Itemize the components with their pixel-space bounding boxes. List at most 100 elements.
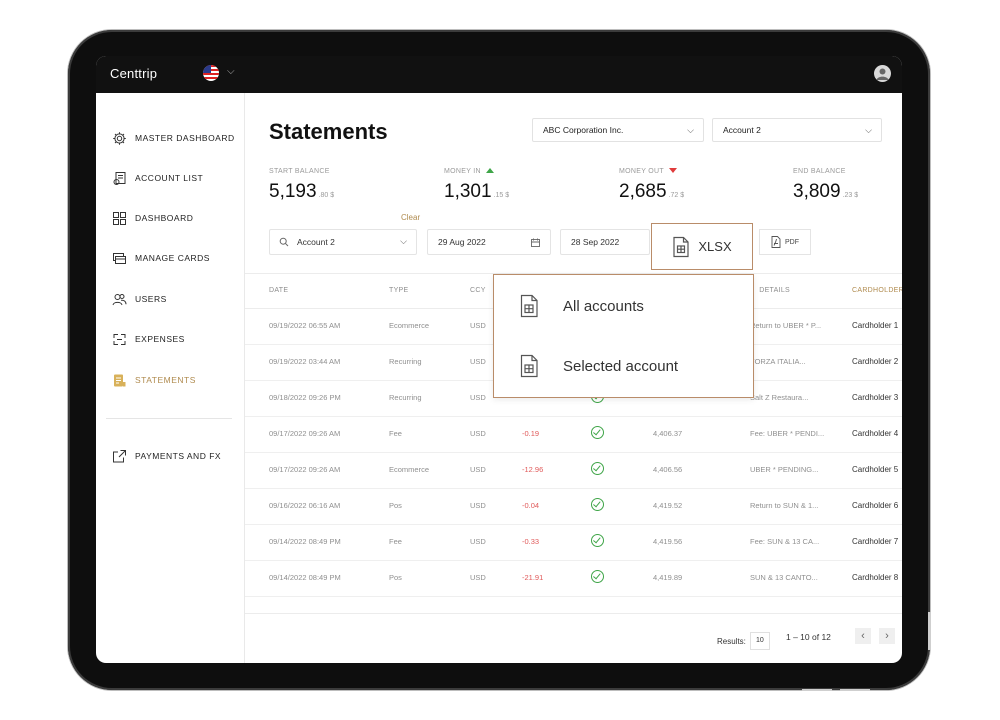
end-balance-decimals: .23 $ — [842, 192, 859, 199]
export-xlsx-highlight: XLSX — [651, 223, 753, 270]
clear-filters-link[interactable]: Clear — [401, 213, 420, 222]
details-cell: Fee: SUN & 13 CA... — [750, 537, 820, 546]
end-balance-amount: 3,809 — [793, 181, 841, 202]
money-out-label-text: MONEY OUT — [619, 168, 664, 175]
money-in-label: MONEY IN — [444, 168, 494, 175]
cards-icon — [113, 252, 126, 264]
details-cell: Fee: UBER * PENDI... — [750, 429, 825, 438]
sidebar-item-manage-cards[interactable]: MANAGE CARDS — [112, 248, 210, 268]
search-icon — [279, 237, 289, 247]
balance-cell: 4,419.52 — [653, 501, 683, 510]
type-cell: Ecommerce — [389, 465, 430, 474]
date-cell: 09/18/2022 09:26 PM — [269, 393, 341, 402]
company-select[interactable]: ABC Corporation Inc. ⌵ — [532, 118, 704, 142]
sidebar-item-label: USERS — [135, 294, 167, 304]
details-cell: Return to SUN & 1... — [750, 501, 819, 510]
amount-cell: -0.04 — [522, 501, 540, 510]
type-cell: Fee — [389, 429, 402, 438]
date-to-field[interactable]: 28 Sep 2022 — [560, 229, 650, 255]
column-header-ccy[interactable]: CCY — [470, 287, 486, 294]
table-row[interactable]: 09/17/2022 09:26 AM Ecommerce USD -12.96 4,4… — [245, 452, 902, 489]
page-title: Statements — [269, 119, 388, 144]
sidebar-item-expenses[interactable]: EXPENSES — [112, 329, 185, 349]
company-select-value: ABC Corporation Inc. — [543, 125, 624, 135]
pagination-range: 1 – 10 of 12 — [786, 632, 831, 642]
column-header-type[interactable]: TYPE — [389, 287, 408, 294]
date-to-value: 28 Sep 2022 — [571, 237, 620, 247]
gear-icon — [113, 131, 126, 145]
date-from-field[interactable]: 29 Aug 2022 — [427, 229, 551, 255]
type-cell: Ecommerce — [389, 321, 430, 330]
start-balance-amount: 5,193 — [269, 181, 317, 202]
sidebar-item-master-dashboard[interactable]: MASTER DASHBOARD — [112, 128, 235, 148]
type-cell: Fee — [389, 537, 402, 546]
tablet-bottom-button — [802, 689, 832, 691]
language-chevron-down-icon[interactable]: ⌵ — [227, 66, 235, 77]
sidebar-item-account-list[interactable]: ACCOUNT LIST — [112, 168, 203, 188]
export-option-label: All accounts — [563, 297, 644, 315]
cardholder-cell: Cardholder 4 — [852, 429, 899, 438]
start-balance-decimals: .80 $ — [318, 192, 335, 199]
next-page-chevron-right-icon[interactable]: › — [879, 628, 895, 644]
us-flag-icon[interactable] — [203, 65, 219, 81]
date-cell: 09/19/2022 03:44 AM — [269, 357, 341, 366]
status-check-icon — [591, 534, 604, 547]
spreadsheet-file-icon — [520, 354, 538, 378]
table-row[interactable]: 09/14/2022 08:49 PM Fee USD -0.33 4,419.56 Fe… — [245, 524, 902, 561]
date-cell: 09/14/2022 08:49 PM — [269, 573, 341, 582]
table-row[interactable]: 09/16/2022 06:16 AM Pos USD -0.04 4,419.52 Re… — [245, 488, 902, 525]
type-cell: Pos — [389, 501, 402, 510]
results-per-page: Results: 10 — [717, 632, 770, 650]
details-cell: UBER * PENDING... — [750, 465, 819, 474]
ccy-cell: USD — [470, 501, 486, 510]
account-select[interactable]: Account 2 ⌵ — [712, 118, 882, 142]
arrow-down-icon — [668, 168, 677, 173]
sidebar-item-label: STATEMENTS — [135, 375, 196, 385]
sidebar-item-statements[interactable]: STATEMENTS — [112, 370, 196, 390]
details-cell: Salt Z Restaura... — [750, 393, 809, 402]
sidebar-item-dashboard[interactable]: DASHBOARD — [112, 208, 193, 228]
table-row[interactable]: 09/14/2022 08:49 PM Pos USD -21.91 4,419.89 S… — [245, 560, 902, 597]
type-cell: Recurring — [389, 357, 422, 366]
cardholder-cell: Cardholder 7 — [852, 537, 899, 546]
column-header-details[interactable]: DETAILS — [750, 287, 790, 294]
sidebar-item-label: MASTER DASHBOARD — [135, 133, 235, 143]
top-bar: Centtrip ⌵ — [96, 56, 902, 93]
brand-logo[interactable]: Centtrip — [110, 66, 157, 81]
tablet-bottom-button — [840, 689, 870, 691]
status-check-icon — [591, 498, 604, 511]
account-filter[interactable]: Account 2 ⌵ — [269, 229, 417, 255]
sidebar-divider — [106, 418, 232, 419]
expenses-icon — [113, 333, 126, 345]
sidebar-item-payments-fx[interactable]: PAYMENTS AND FX — [112, 446, 221, 466]
money-out-decimals: .72 $ — [668, 192, 685, 199]
table-row[interactable]: 09/17/2022 09:26 AM Fee USD -0.19 4,406.37 Fe… — [245, 416, 902, 453]
money-out-value: 2,685.72 $ — [619, 181, 684, 203]
spreadsheet-file-icon — [673, 236, 689, 257]
end-balance-label: END BALANCE — [793, 168, 846, 175]
previous-page-chevron-left-icon[interactable]: ‹ — [855, 628, 871, 644]
cardholder-cell: Cardholder 6 — [852, 501, 899, 510]
export-xlsx-button[interactable]: XLSX — [658, 229, 746, 264]
page-size-select[interactable]: 10 — [749, 632, 770, 650]
export-option-all-accounts[interactable]: All accounts — [494, 276, 753, 336]
money-in-value: 1,301.15 $ — [444, 181, 509, 203]
type-cell: Pos — [389, 573, 402, 582]
status-check-icon — [591, 426, 604, 439]
money-in-amount: 1,301 — [444, 181, 492, 202]
column-header-cardholder[interactable]: CARDHOLDER — [852, 287, 902, 294]
export-xlsx-label: XLSX — [698, 239, 732, 254]
export-option-selected-account[interactable]: Selected account — [494, 336, 753, 396]
chevron-down-icon: ⌵ — [687, 125, 694, 135]
status-check-icon — [591, 462, 604, 475]
column-header-date[interactable]: DATE — [269, 287, 288, 294]
export-dropdown-menu: All accounts Selected account — [493, 274, 754, 398]
date-cell: 09/17/2022 09:26 AM — [269, 429, 341, 438]
balance-cell: 4,406.56 — [653, 465, 683, 474]
sidebar-item-users[interactable]: USERS — [112, 289, 167, 309]
date-cell: 09/17/2022 09:26 AM — [269, 465, 341, 474]
export-pdf-button[interactable]: PDF — [759, 229, 811, 255]
sidebar-item-label: EXPENSES — [135, 334, 185, 344]
profile-avatar-icon[interactable] — [874, 65, 891, 82]
account-filter-value: Account 2 — [297, 237, 335, 247]
